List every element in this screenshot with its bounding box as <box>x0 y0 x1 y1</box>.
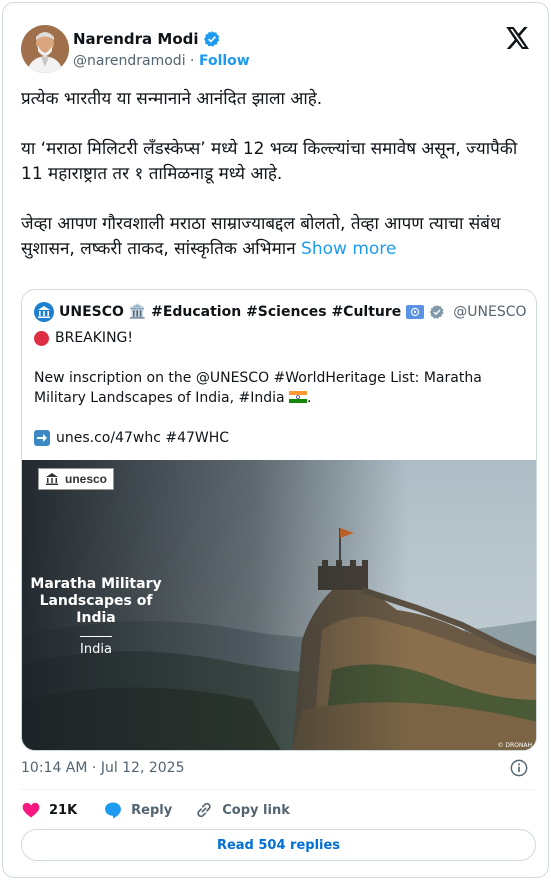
author-name-row: Narendra Modi <box>73 30 221 48</box>
link-line: unes.co/47whc #47WHC <box>34 428 524 448</box>
like-button[interactable]: 21K <box>21 800 77 820</box>
tweet-time: 10:14 AM <box>21 760 88 776</box>
breaking-text: BREAKING! <box>55 330 133 346</box>
breaking-line: BREAKING! <box>34 328 524 348</box>
author-handle[interactable]: @narendramodi <box>73 53 186 69</box>
right-arrow-icon <box>34 430 50 446</box>
reply-button[interactable]: Reply <box>103 800 172 820</box>
red-circle-icon <box>34 330 49 346</box>
quote-body-text: New inscription on the @UNESCO #WorldHer… <box>34 370 482 406</box>
follow-button[interactable]: Follow <box>199 53 250 69</box>
verified-badge-icon <box>203 31 219 47</box>
quote-handle: @UNESCO <box>453 304 527 320</box>
image-title-text: Maratha Military Landscapes of India <box>30 576 162 626</box>
read-replies-button[interactable]: Read 504 replies <box>21 829 536 861</box>
quote-body: New inscription on the @UNESCO #WorldHer… <box>34 370 482 406</box>
tweet-card: Narendra Modi @narendramodi · Follow प्र… <box>2 2 549 878</box>
museum-icon <box>46 473 58 485</box>
show-more-link[interactable]: Show more <box>301 239 396 259</box>
image-divider <box>80 636 112 637</box>
unesco-logo: unesco <box>38 468 115 490</box>
quote-author-name: UNESCO 🏛️ #Education #Sciences #Culture <box>59 304 402 320</box>
unesco-logo-text: unesco <box>65 472 108 486</box>
heart-icon <box>22 802 40 818</box>
reply-label: Reply <box>131 802 173 818</box>
quote-text: BREAKING! New inscription on the @UNESCO… <box>34 328 524 448</box>
divider <box>21 789 534 790</box>
image-subtitle: India <box>80 642 112 657</box>
tweet-text: प्रत्येक भारतीय या सन्मानाने आनंदित झाला… <box>21 87 533 262</box>
verified-gray-badge-icon <box>430 305 444 319</box>
x-logo-icon[interactable] <box>506 27 530 49</box>
tweet-date: Jul 12, 2025 <box>100 760 185 776</box>
meta-separator: · <box>91 760 97 776</box>
action-bar: 21K Reply Copy link <box>21 799 290 821</box>
quote-link-text[interactable]: unes.co/47whc #47WHC <box>56 428 229 448</box>
copy-link-label: Copy link <box>222 802 290 818</box>
un-flag-icon <box>406 305 425 319</box>
author-handle-row: @narendramodi · Follow <box>73 53 250 69</box>
like-count: 21K <box>49 802 78 818</box>
quoted-tweet[interactable]: UNESCO 🏛️ #Education #Sciences #Culture … <box>21 289 537 751</box>
image-credit: © DRONAH <box>497 742 532 749</box>
handle-separator: · <box>190 53 195 69</box>
author-name[interactable]: Narendra Modi <box>73 30 199 48</box>
link-icon <box>197 802 211 818</box>
info-icon[interactable] <box>510 759 528 777</box>
tweet-body: प्रत्येक भारतीय या सन्मानाने आनंदित झाला… <box>21 89 518 259</box>
reply-icon <box>105 802 122 819</box>
india-flag-icon <box>289 391 308 403</box>
avatar[interactable] <box>21 25 69 73</box>
fort-image[interactable]: unesco Maratha Military Landscapes of In… <box>22 460 536 750</box>
tweet-timestamp[interactable]: 10:14 AM · Jul 12, 2025 <box>21 760 185 776</box>
unesco-avatar <box>34 302 54 322</box>
image-title: Maratha Military Landscapes of India <box>22 576 170 627</box>
quote-header: UNESCO 🏛️ #Education #Sciences #Culture … <box>34 302 527 322</box>
copy-link-button[interactable]: Copy link <box>194 800 290 820</box>
